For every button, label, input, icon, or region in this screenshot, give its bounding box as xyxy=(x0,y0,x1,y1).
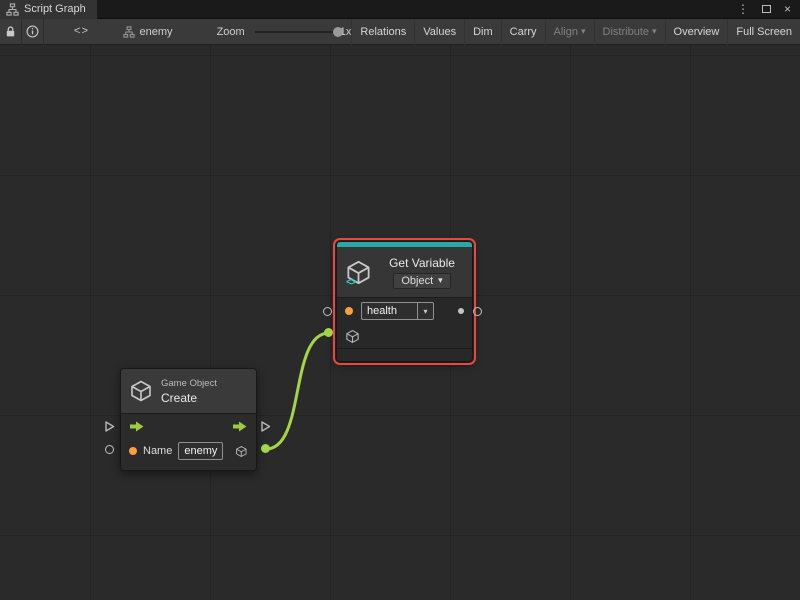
string-port-icon[interactable] xyxy=(345,307,353,315)
values-button[interactable]: Values xyxy=(414,19,464,45)
title-bar: Script Graph ⋮ × xyxy=(0,0,800,19)
tab-script-graph[interactable]: Script Graph xyxy=(0,0,97,19)
zoom-slider[interactable] xyxy=(255,19,333,45)
get-variable-object-input-port-connected[interactable] xyxy=(324,328,333,337)
value-output-port-icon[interactable] xyxy=(458,308,464,314)
variable-name-field[interactable]: health ▾ xyxy=(361,302,434,320)
code-icon: <> xyxy=(74,26,89,38)
node-get-variable[interactable]: <> Get Variable Object ▾ health ▾ xyxy=(336,241,473,362)
graph-reference[interactable]: enemy xyxy=(123,26,173,38)
create-output-port-connected[interactable] xyxy=(261,444,270,453)
carry-button[interactable]: Carry xyxy=(501,19,545,45)
align-button: Align▾ xyxy=(545,19,594,45)
variable-scope-dropdown[interactable]: Object ▾ xyxy=(393,273,450,289)
name-input-field[interactable]: enemy xyxy=(178,442,223,460)
info-icon xyxy=(26,25,39,38)
toolbar-separator xyxy=(43,19,44,45)
tab-title: Script Graph xyxy=(24,3,86,15)
gameobject-output-port-icon[interactable] xyxy=(235,444,248,459)
info-button[interactable] xyxy=(22,19,43,45)
get-variable-name-input-port[interactable] xyxy=(323,307,332,316)
graph-name: enemy xyxy=(140,26,173,38)
lock-button[interactable] xyxy=(0,19,21,45)
script-graph-window: Script Graph ⋮ × <> xyxy=(0,0,800,600)
gameobject-port-icon[interactable] xyxy=(345,329,360,344)
chevron-down-icon: ▾ xyxy=(581,27,586,36)
node-footer xyxy=(121,464,256,470)
zoom-slider-track xyxy=(255,31,333,33)
chevron-down-icon: ▾ xyxy=(438,276,443,285)
code-brackets-icon: <> xyxy=(346,278,356,289)
maximize-icon[interactable] xyxy=(762,5,771,13)
create-name-input-port[interactable] xyxy=(105,445,114,454)
create-flow-input-port[interactable] xyxy=(104,420,115,433)
distribute-button: Distribute▾ xyxy=(594,19,665,45)
gameobject-cube-icon xyxy=(129,379,153,403)
overview-button[interactable]: Overview xyxy=(665,19,728,45)
zoom-label: Zoom xyxy=(217,26,245,38)
create-flow-output-port[interactable] xyxy=(260,420,271,433)
lock-icon xyxy=(4,25,17,38)
node-footer xyxy=(337,349,472,361)
chevron-down-icon: ▾ xyxy=(652,27,657,36)
relations-button[interactable]: Relations xyxy=(351,19,414,45)
node-category: Game Object xyxy=(161,378,217,389)
toolbar-buttons: Relations Values Dim Carry Align▾ Distri… xyxy=(351,19,800,45)
window-menu-icon[interactable]: ⋮ xyxy=(737,3,749,15)
node-title: Get Variable xyxy=(389,256,455,270)
name-label: Name xyxy=(143,445,172,457)
string-port-icon[interactable] xyxy=(129,447,137,455)
flow-output-arrow-icon[interactable] xyxy=(232,421,248,432)
variable-cube-icon: <> xyxy=(345,259,372,286)
node-title: Create xyxy=(161,391,217,405)
get-variable-output-port[interactable] xyxy=(473,307,482,316)
code-view-button[interactable]: <> xyxy=(66,19,96,45)
create-node-header[interactable]: Game Object Create xyxy=(121,369,256,413)
flow-input-arrow-icon[interactable] xyxy=(129,421,145,432)
node-create-game-object[interactable]: Game Object Create Name enemy xyxy=(120,368,257,471)
graph-canvas[interactable]: <> Get Variable Object ▾ health ▾ xyxy=(0,45,800,600)
connection-wire[interactable] xyxy=(266,333,329,449)
zoom-slider-knob[interactable] xyxy=(333,27,343,37)
chevron-down-icon[interactable]: ▾ xyxy=(417,302,434,320)
get-variable-header[interactable]: <> Get Variable Object ▾ xyxy=(337,247,472,297)
dim-button[interactable]: Dim xyxy=(464,19,501,45)
toolbar: <> enemy Zoom 1x Relations Values Dim C xyxy=(0,19,800,45)
script-graph-icon xyxy=(6,3,19,16)
close-icon[interactable]: × xyxy=(784,3,791,15)
graph-asset-icon xyxy=(123,26,135,38)
full-screen-button[interactable]: Full Screen xyxy=(727,19,800,45)
